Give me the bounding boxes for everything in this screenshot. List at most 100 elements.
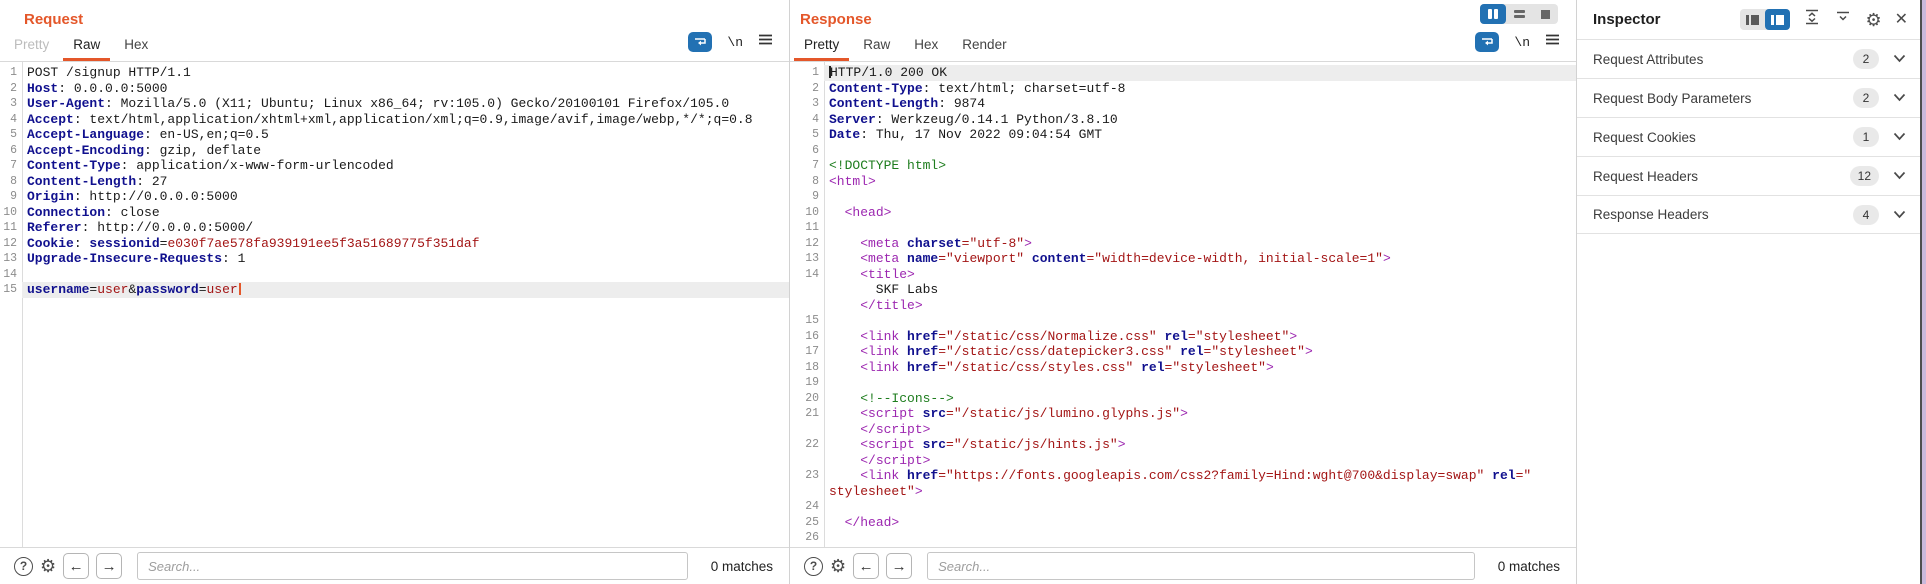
previous-match-button[interactable]: ← [853,553,879,579]
request-editor[interactable]: 1POST /signup HTTP/1.12Host: 0.0.0.0:500… [0,62,789,547]
response-panel: Response PrettyRawHexRender \n 1HTTP/1.0… [790,0,1577,584]
dock-expanded-icon[interactable] [1765,9,1790,30]
code-line[interactable]: 5Date: Thu, 17 Nov 2022 09:04:54 GMT [790,127,1576,143]
code-text [824,220,1576,236]
code-line[interactable]: 9 [790,189,1576,205]
single-layout-icon[interactable] [1532,4,1558,24]
code-line[interactable]: 8<html> [790,174,1576,190]
code-line[interactable]: </script> [790,453,1576,469]
code-line[interactable]: 13Upgrade-Insecure-Requests: 1 [0,251,789,267]
search-settings-icon[interactable]: ⚙ [40,557,56,575]
dock-collapsed-icon[interactable] [1740,9,1765,30]
code-line[interactable]: 12Cookie: sessionid=e030f7ae578fa939191e… [0,236,789,252]
code-line[interactable]: 2Host: 0.0.0.0:5000 [0,81,789,97]
code-text: Date: Thu, 17 Nov 2022 09:04:54 GMT [824,127,1576,143]
request-tab-hex[interactable]: Hex [112,29,160,61]
code-line[interactable]: 3User-Agent: Mozilla/5.0 (X11; Ubuntu; L… [0,96,789,112]
editor-menu-icon[interactable] [1545,33,1560,51]
code-line[interactable]: 20 <!--Icons--> [790,391,1576,407]
code-line[interactable]: 11 [790,220,1576,236]
code-line[interactable]: 24 [790,499,1576,515]
code-line[interactable]: 14 <title> [790,267,1576,283]
inspector-section-request-body-parameters[interactable]: Request Body Parameters2 [1577,78,1920,117]
code-line[interactable]: 15username=user&password=user [0,282,789,298]
code-line[interactable]: 21 <script src="/static/js/lumino.glyphs… [790,406,1576,422]
code-line[interactable]: 14 [0,267,789,283]
soft-wrap-toggle-icon[interactable] [1475,32,1499,52]
inspector-section-request-headers[interactable]: Request Headers12 [1577,156,1920,195]
code-line[interactable]: 9Origin: http://0.0.0.0:5000 [0,189,789,205]
line-number: 9 [790,189,824,205]
section-label: Request Cookies [1593,130,1853,145]
line-number: 6 [0,143,22,159]
code-line[interactable]: 7<!DOCTYPE html> [790,158,1576,174]
inspector-toolbar: ⚙ ✕ [1740,8,1908,31]
code-line[interactable]: 13 <meta name="viewport" content="width=… [790,251,1576,267]
request-tab-raw[interactable]: Raw [61,29,112,61]
code-line[interactable]: 22 <script src="/static/js/hints.js"> [790,437,1576,453]
code-line[interactable]: 11Referer: http://0.0.0.0:5000/ [0,220,789,236]
columns-layout-icon[interactable] [1480,4,1506,24]
code-line[interactable]: 1POST /signup HTTP/1.1 [0,65,789,81]
search-input[interactable] [137,552,688,580]
count-badge: 1 [1853,127,1879,147]
response-editor[interactable]: 1HTTP/1.0 200 OK2Content-Type: text/html… [790,62,1576,547]
help-icon[interactable]: ? [804,557,823,576]
code-line[interactable]: 1HTTP/1.0 200 OK [790,65,1576,81]
code-line[interactable]: 17 <link href="/static/css/datepicker3.c… [790,344,1576,360]
collapse-all-icon[interactable] [1834,8,1852,31]
inspector-sections: Request Attributes2Request Body Paramete… [1577,39,1920,234]
response-tab-raw[interactable]: Raw [851,29,902,61]
inspector-settings-icon[interactable]: ⚙ [1865,11,1881,29]
code-line[interactable]: 16 <link href="/static/css/Normalize.css… [790,329,1576,345]
editor-menu-icon[interactable] [758,33,773,51]
code-line[interactable]: 6Accept-Encoding: gzip, deflate [0,143,789,159]
code-line[interactable]: 10Connection: close [0,205,789,221]
previous-match-button[interactable]: ← [63,553,89,579]
code-line[interactable]: 15 [790,313,1576,329]
code-line[interactable]: 26 [790,530,1576,546]
code-line[interactable]: 4Accept: text/html,application/xhtml+xml… [0,112,789,128]
newline-visibility-icon[interactable]: \n [727,35,743,50]
newline-visibility-icon[interactable]: \n [1514,35,1530,50]
code-line[interactable]: 18 <link href="/static/css/styles.css" r… [790,360,1576,376]
help-icon[interactable]: ? [14,557,33,576]
code-line[interactable]: 6 [790,143,1576,159]
code-line[interactable]: SKF Labs [790,282,1576,298]
code-line[interactable]: 7Content-Type: application/x-www-form-ur… [0,158,789,174]
close-icon[interactable]: ✕ [1895,12,1908,28]
expand-all-icon[interactable] [1803,8,1821,31]
response-tab-hex[interactable]: Hex [902,29,950,61]
code-line[interactable]: 27 <body> [790,546,1576,548]
soft-wrap-toggle-icon[interactable] [688,32,712,52]
search-settings-icon[interactable]: ⚙ [830,557,846,575]
inspector-section-response-headers[interactable]: Response Headers4 [1577,195,1920,234]
next-match-button[interactable]: → [886,553,912,579]
inspector-section-request-cookies[interactable]: Request Cookies1 [1577,117,1920,156]
code-line[interactable]: 10 <head> [790,205,1576,221]
code-text [824,530,1576,546]
response-tab-pretty[interactable]: Pretty [792,29,851,61]
code-line[interactable]: 3Content-Length: 9874 [790,96,1576,112]
code-text: Server: Werkzeug/0.14.1 Python/3.8.10 [824,112,1576,128]
line-number: 7 [790,158,824,174]
code-line[interactable]: stylesheet"> [790,484,1576,500]
code-line[interactable]: 23 <link href="https://fonts.googleapis.… [790,468,1576,484]
response-tab-render[interactable]: Render [950,29,1018,61]
line-number: 19 [790,375,824,391]
search-input[interactable] [927,552,1475,580]
next-match-button[interactable]: → [96,553,122,579]
rows-layout-icon[interactable] [1506,4,1532,24]
code-line[interactable]: 5Accept-Language: en-US,en;q=0.5 [0,127,789,143]
code-line[interactable]: </script> [790,422,1576,438]
code-line[interactable]: 19 [790,375,1576,391]
code-line[interactable]: 2Content-Type: text/html; charset=utf-8 [790,81,1576,97]
code-line[interactable]: 4Server: Werkzeug/0.14.1 Python/3.8.10 [790,112,1576,128]
code-line[interactable]: </title> [790,298,1576,314]
code-line[interactable]: 25 </head> [790,515,1576,531]
code-text: POST /signup HTTP/1.1 [22,65,789,81]
code-line[interactable]: 8Content-Length: 27 [0,174,789,190]
inspector-section-request-attributes[interactable]: Request Attributes2 [1577,39,1920,78]
line-number: 2 [790,81,824,97]
code-line[interactable]: 12 <meta charset="utf-8"> [790,236,1576,252]
